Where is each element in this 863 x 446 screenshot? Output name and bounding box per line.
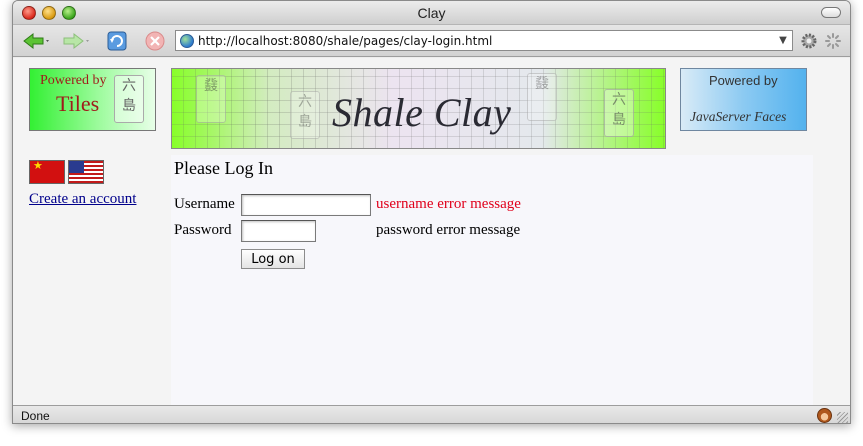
mahjong-tile-icon: 鼗 — [527, 73, 557, 121]
back-button[interactable] — [19, 29, 53, 53]
status-text: Done — [21, 409, 50, 423]
forward-button[interactable] — [59, 29, 93, 53]
username-field[interactable] — [241, 194, 371, 216]
address-bar[interactable]: ▼ — [175, 30, 793, 51]
navigation-toolbar: ▼ — [13, 25, 850, 57]
jsf-logo-powered-by: Powered by — [709, 73, 778, 88]
back-arrow-icon — [23, 32, 49, 50]
tiles-logo: Powered by Tiles 六島 — [29, 68, 156, 131]
reload-icon — [107, 31, 127, 51]
password-error-message: password error message — [376, 222, 521, 238]
gear-icon — [801, 33, 817, 49]
banner-title: Shale Clay — [332, 90, 512, 135]
page-title: Please Log In — [174, 158, 273, 178]
jsf-logo: Powered by JavaServer Faces — [680, 68, 807, 131]
resize-grip-icon[interactable] — [837, 412, 848, 423]
username-label: Username — [174, 196, 235, 212]
mahjong-tile-icon: 六島 — [290, 91, 320, 139]
tiles-logo-powered-by: Powered by — [40, 73, 107, 88]
greasemonkey-icon[interactable] — [817, 408, 832, 423]
browser-window: Clay http://localhost:8080/shale/pages/c… — [12, 0, 851, 424]
mahjong-tile-icon: 六島 — [604, 89, 634, 137]
china-flag-icon[interactable] — [29, 159, 65, 184]
us-flag-icon[interactable] — [68, 160, 104, 184]
title-bar: Clay — [13, 1, 850, 25]
forward-arrow-icon — [63, 32, 89, 50]
throbber-icon — [823, 29, 843, 53]
stop-icon — [145, 31, 165, 51]
password-field[interactable] — [241, 220, 316, 242]
stop-button[interactable] — [143, 29, 167, 53]
window-title: Clay — [417, 5, 446, 21]
chevron-down-icon[interactable]: ▼ — [774, 35, 792, 46]
login-panel: Please Log In Username username error me… — [171, 155, 813, 405]
password-label: Password — [174, 222, 232, 238]
log-on-button[interactable]: Log on — [241, 249, 305, 269]
page-content: Powered by Tiles 六島 鼗 六島 鼗 六島 Shale Clay… — [13, 58, 850, 405]
username-error-message: username error message — [376, 196, 521, 212]
tiles-logo-name: Tiles — [56, 91, 100, 116]
jsf-logo-name: JavaServer Faces — [690, 109, 787, 124]
shale-clay-banner: 鼗 六島 鼗 六島 Shale Clay — [171, 68, 666, 149]
globe-icon — [180, 33, 194, 48]
status-bar: Done — [13, 405, 850, 423]
toolbar-toggle-button[interactable] — [821, 7, 841, 18]
mahjong-tile-icon: 六島 — [114, 75, 144, 123]
mahjong-tile-icon: 鼗 — [196, 75, 226, 123]
url-input[interactable] — [198, 31, 774, 50]
create-account-link[interactable]: Create an account — [29, 191, 136, 208]
gear-button[interactable] — [799, 29, 819, 53]
reload-button[interactable] — [105, 29, 129, 53]
language-flags — [29, 159, 104, 184]
